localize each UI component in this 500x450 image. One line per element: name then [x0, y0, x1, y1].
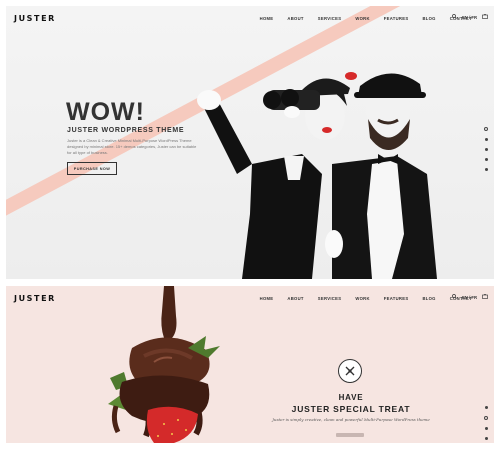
purchase-now-button[interactable]: PURCHASE NOW — [67, 162, 117, 175]
hero-heading: WOW! — [66, 98, 145, 126]
slider-dot-3[interactable] — [484, 148, 488, 151]
nav-utility-icons: EN / FR — [452, 13, 488, 21]
slider-dot-4[interactable] — [484, 437, 488, 440]
nav-work[interactable]: WORK — [355, 16, 369, 21]
treat-heading-line1: HAVE — [338, 393, 364, 402]
slider-dot-1[interactable] — [484, 406, 488, 409]
mime-couple-image — [197, 72, 437, 279]
nav-blog[interactable]: BLOG — [422, 16, 435, 21]
hero-subheading: JUSTER WORDPRESS THEME — [67, 127, 185, 134]
slider-dot-4[interactable] — [484, 158, 488, 161]
top-navigation-bar: JUSTER HOME ABOUT SERVICES WORK FEATURES… — [6, 6, 494, 32]
slider-dot-5[interactable] — [484, 168, 488, 171]
language-switcher-2[interactable]: EN / FR — [462, 295, 477, 300]
cart-icon[interactable] — [482, 13, 488, 21]
nav-about[interactable]: ABOUT — [287, 16, 303, 21]
treat-button-bar[interactable] — [336, 433, 364, 437]
hero-description: Juster is a Clean & Creative Minimal Mul… — [67, 138, 197, 155]
slider-dot-1[interactable] — [484, 127, 488, 131]
slider-dot-2[interactable] — [484, 416, 488, 420]
nav-features-2[interactable]: FEATURES — [384, 296, 409, 301]
nav-home[interactable]: HOME — [260, 16, 274, 21]
slider-dots — [484, 127, 488, 171]
nav-services-2[interactable]: SERVICES — [318, 296, 342, 301]
search-icon[interactable] — [452, 294, 457, 301]
main-nav-2: HOME ABOUT SERVICES WORK FEATURES BLOG C… — [246, 296, 472, 301]
hero-section-chocolate: JUSTER HOME ABOUT SERVICES WORK FEATURES… — [6, 286, 494, 443]
search-icon[interactable] — [452, 14, 457, 21]
main-nav: HOME ABOUT SERVICES WORK FEATURES BLOG C… — [246, 16, 472, 21]
logo-2[interactable]: JUSTER — [14, 294, 56, 303]
nav-about-2[interactable]: ABOUT — [287, 296, 303, 301]
language-switcher[interactable]: EN / FR — [462, 15, 477, 20]
nav-blog-2[interactable]: BLOG — [422, 296, 435, 301]
slider-dot-2[interactable] — [484, 138, 488, 141]
slider-dot-3[interactable] — [484, 427, 488, 430]
nav-utility-icons-2: EN / FR — [452, 293, 488, 301]
slider-dots-2 — [484, 406, 488, 443]
nav-home-2[interactable]: HOME — [260, 296, 274, 301]
cart-icon[interactable] — [482, 293, 488, 301]
treat-heading-line2: JUSTER SPECIAL TREAT — [291, 404, 411, 414]
treat-description: Juster is simply creative, clean and pow… — [272, 417, 430, 422]
hero-section-mimes: JUSTER HOME ABOUT SERVICES WORK FEATURES… — [6, 6, 494, 279]
nav-features[interactable]: FEATURES — [384, 16, 409, 21]
nav-services[interactable]: SERVICES — [318, 16, 342, 21]
top-navigation-bar-2: JUSTER HOME ABOUT SERVICES WORK FEATURES… — [6, 286, 494, 312]
logo[interactable]: JUSTER — [14, 14, 56, 23]
crossed-utensils-emblem-icon — [338, 359, 362, 383]
nav-work-2[interactable]: WORK — [355, 296, 369, 301]
